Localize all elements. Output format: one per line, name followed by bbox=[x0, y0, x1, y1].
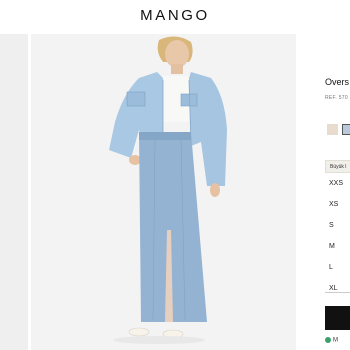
product-reference: REF. 570 bbox=[325, 95, 348, 101]
favorite-icon bbox=[325, 337, 331, 343]
size-option[interactable]: L bbox=[329, 264, 333, 271]
size-option[interactable]: S bbox=[329, 222, 334, 229]
favorites-row[interactable]: M bbox=[325, 337, 338, 344]
size-list-divider bbox=[325, 292, 350, 293]
product-gallery bbox=[0, 34, 318, 350]
size-option[interactable]: M bbox=[329, 243, 335, 250]
size-option[interactable]: XS bbox=[329, 201, 338, 208]
brand-logo[interactable]: MANGO bbox=[0, 7, 350, 24]
color-swatch-beige[interactable] bbox=[327, 124, 338, 135]
model-photo-illustration bbox=[31, 34, 296, 350]
previous-photo-thumbnail[interactable] bbox=[0, 34, 28, 350]
size-option[interactable]: XXS bbox=[329, 180, 343, 187]
color-swatch-light-blue[interactable] bbox=[342, 124, 350, 135]
size-guide-button[interactable]: Büyük l bbox=[325, 160, 350, 173]
add-to-bag-button[interactable] bbox=[325, 306, 350, 330]
size-option[interactable]: XL bbox=[329, 285, 338, 290]
product-title: Overs bbox=[325, 77, 350, 87]
site-header: MANGO bbox=[0, 0, 350, 34]
product-photo[interactable] bbox=[31, 34, 296, 350]
favorites-label: M bbox=[333, 337, 338, 344]
gallery-divider bbox=[296, 34, 318, 350]
